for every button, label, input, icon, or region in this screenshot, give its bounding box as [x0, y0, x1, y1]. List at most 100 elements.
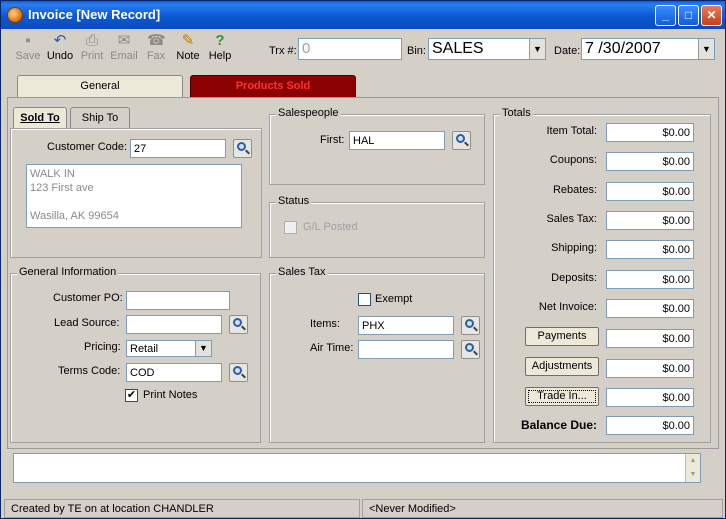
tab-ship-to[interactable]: Ship To: [70, 107, 130, 129]
air-time-tax-label: Air Time:: [310, 342, 354, 354]
printer-icon: ⎙: [85, 32, 98, 49]
adjustments-value: $0.00: [606, 359, 694, 378]
customer-lookup-button[interactable]: [233, 139, 252, 158]
payments-button[interactable]: Payments: [525, 327, 599, 346]
bin-select[interactable]: SALES ▼: [428, 38, 546, 60]
totals-group: Totals Item Total: $0.00 Coupons: $0.00 …: [493, 107, 711, 443]
air-time-tax-lookup-button[interactable]: [461, 340, 480, 359]
undo-button[interactable]: ↶ Undo: [45, 32, 75, 62]
notes-textarea[interactable]: [13, 453, 701, 483]
undo-arrow-icon: ↶: [53, 32, 67, 49]
shipping-label: Shipping:: [551, 242, 597, 254]
customer-po-field[interactable]: [126, 291, 230, 310]
print-button[interactable]: ⎙ Print: [77, 32, 107, 62]
first-salesperson-label: First:: [320, 134, 345, 146]
items-tax-lookup-button[interactable]: [461, 316, 480, 335]
tab-sold-to[interactable]: Sold To: [13, 107, 67, 129]
terms-code-field[interactable]: COD: [126, 363, 222, 382]
item-total-label: Item Total:: [546, 125, 597, 137]
air-time-tax-field[interactable]: [358, 340, 454, 359]
rebates-label: Rebates:: [552, 184, 597, 196]
status-group: Status G/L Posted: [269, 195, 485, 258]
chevron-up-icon[interactable]: ▲: [686, 454, 700, 468]
tab-products-sold[interactable]: Products Sold: [190, 75, 356, 97]
app-icon: [7, 7, 23, 23]
adjustments-button[interactable]: Adjustments: [525, 357, 599, 376]
envelope-icon: ✉: [117, 32, 131, 49]
lead-source-lookup-button[interactable]: [229, 315, 248, 334]
trade-in-value: $0.00: [606, 388, 694, 407]
status-title: Status: [276, 195, 312, 207]
save-button[interactable]: ▪ Save: [13, 32, 43, 62]
customer-po-label: Customer PO:: [53, 292, 123, 304]
sales-tax-group: Sales Tax Exempt Items: PHX Air Time:: [269, 266, 485, 443]
salespeople-group: Salespeople First: HAL: [269, 107, 485, 185]
terms-code-lookup-button[interactable]: [229, 363, 248, 382]
terms-code-label: Terms Code:: [58, 365, 121, 377]
lead-source-field[interactable]: [126, 315, 222, 334]
payments-value: $0.00: [606, 329, 694, 348]
close-button[interactable]: ✕: [701, 5, 722, 26]
balance-due-value: $0.00: [606, 416, 694, 435]
sales-tax-total-value: $0.00: [606, 211, 694, 230]
gl-posted-label: G/L Posted: [303, 221, 358, 233]
note-button[interactable]: ✎ Note: [173, 32, 203, 62]
help-button[interactable]: ? Help: [205, 32, 235, 62]
item-total-value: $0.00: [606, 123, 694, 142]
title-bar[interactable]: Invoice [New Record] _ □ ✕: [1, 1, 725, 29]
coupons-label: Coupons:: [549, 154, 597, 166]
address-line: WALK IN: [30, 168, 75, 180]
pricing-select[interactable]: Retail ▼: [126, 340, 212, 357]
date-value: 7 /30/2007: [585, 40, 661, 57]
customer-code-field[interactable]: 27: [130, 139, 226, 158]
salespeople-title: Salespeople: [276, 107, 341, 119]
notes-scrollbar[interactable]: ▲ ▼: [685, 454, 700, 482]
trx-number-field[interactable]: 0: [298, 38, 402, 60]
floppy-disk-icon: ▪: [25, 32, 31, 49]
exempt-checkbox[interactable]: [358, 293, 371, 306]
date-label: Date:: [554, 45, 581, 57]
first-salesperson-field[interactable]: HAL: [349, 131, 445, 150]
items-tax-field[interactable]: PHX: [358, 316, 454, 335]
address-line: 123 First ave: [30, 182, 94, 194]
tab-general[interactable]: General: [17, 75, 183, 97]
fax-icon: ☎: [147, 32, 166, 49]
maximize-button[interactable]: □: [678, 5, 699, 26]
gl-posted-checkbox: [284, 221, 297, 234]
address-line: [30, 195, 238, 209]
bin-label: Bin:: [407, 45, 426, 57]
customer-address-box: WALK IN 123 First ave Wasilla, AK 99654: [26, 164, 242, 228]
minimize-button[interactable]: _: [655, 5, 676, 26]
customer-code-label: Customer Code:: [47, 141, 128, 153]
chevron-down-icon[interactable]: ▼: [698, 39, 714, 59]
date-picker[interactable]: 7 /30/2007 ▼: [581, 38, 715, 60]
chevron-down-icon[interactable]: ▼: [686, 468, 700, 482]
fax-button[interactable]: ☎ Fax: [141, 32, 171, 62]
shipping-value: $0.00: [606, 240, 694, 259]
totals-title: Totals: [500, 107, 533, 119]
trade-in-button[interactable]: Trade In...: [525, 387, 599, 406]
note-pencil-icon: ✎: [181, 32, 195, 49]
print-notes-label: Print Notes: [143, 389, 198, 401]
general-information-title: General Information: [17, 266, 119, 278]
rebates-value: $0.00: [606, 182, 694, 201]
sales-tax-total-label: Sales Tax:: [546, 213, 597, 225]
invoice-window: Invoice [New Record] _ □ ✕ ▪ Save ↶ Undo…: [0, 0, 726, 519]
trx-label: Trx #:: [269, 45, 297, 57]
email-button[interactable]: ✉ Email: [109, 32, 139, 62]
pricing-value: Retail: [130, 343, 159, 355]
chevron-down-icon[interactable]: ▼: [529, 39, 545, 59]
deposits-label: Deposits:: [551, 272, 597, 284]
toolbar: ▪ Save ↶ Undo ⎙ Print ✉ Email ☎ Fax ✎ No…: [1, 29, 725, 69]
net-invoice-label: Net Invoice:: [538, 301, 597, 313]
chevron-down-icon[interactable]: ▼: [195, 341, 211, 356]
bin-value: SALES: [432, 40, 484, 57]
pricing-label: Pricing:: [84, 341, 121, 353]
sales-tax-title: Sales Tax: [276, 266, 328, 278]
exempt-label: Exempt: [375, 293, 413, 305]
deposits-value: $0.00: [606, 270, 694, 289]
net-invoice-value: $0.00: [606, 299, 694, 318]
status-created: Created by TE on at location CHANDLER: [4, 499, 360, 518]
salesperson-lookup-button[interactable]: [452, 131, 471, 150]
print-notes-checkbox[interactable]: ✔: [125, 389, 138, 402]
